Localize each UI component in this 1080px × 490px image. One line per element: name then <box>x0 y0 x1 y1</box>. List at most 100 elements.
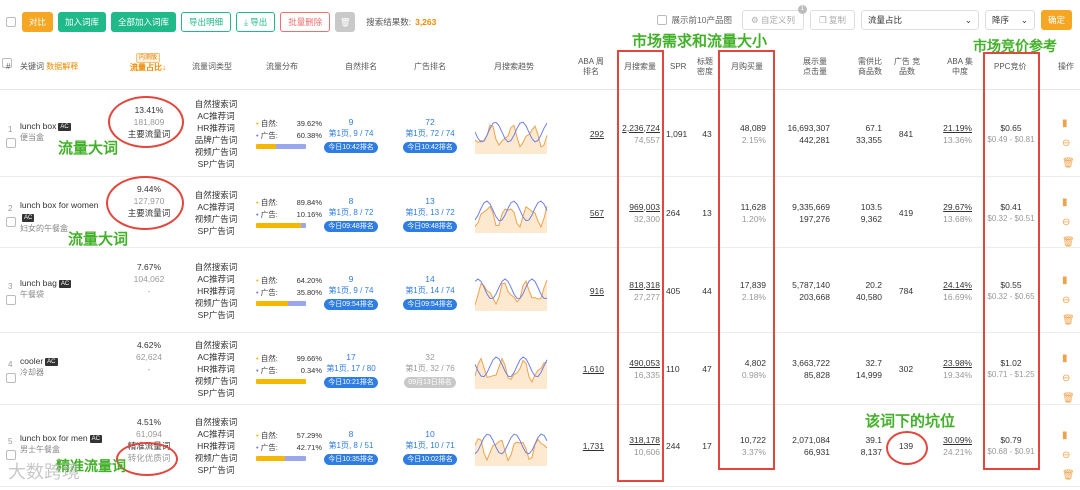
traffic-type-cell: 自然搜索词 AC推荐词 HR推荐词 视频广告词 SP广告词 <box>186 261 246 321</box>
supply-demand-cell: 20.2 40,580 <box>842 279 882 303</box>
bar-chart-icon[interactable]: ▮ <box>1062 275 1073 286</box>
natural-rank-value[interactable]: 9 <box>322 273 380 285</box>
ad-rank-value[interactable]: 32 <box>400 351 460 363</box>
natural-rank-cell: 9 第1页, 9 / 74 今日09:54排名 <box>322 273 380 310</box>
ad-rank-value[interactable]: 14 <box>400 273 460 285</box>
big-traffic-annotation-2: 流量大词 <box>68 230 129 248</box>
aba-rank-value[interactable]: 1,610 <box>570 363 604 375</box>
select-all-checkbox[interactable] <box>6 17 16 27</box>
natural-rank-value[interactable]: 8 <box>322 195 380 207</box>
trash-icon[interactable]: 🗑 <box>1062 315 1075 326</box>
keyword-text[interactable]: lunch bag <box>20 278 57 288</box>
export-button[interactable]: ⤓ 导出 <box>236 12 276 32</box>
natural-bar-fill <box>256 300 289 306</box>
impressions-cell: 16,693,307 442,281 <box>780 122 830 146</box>
natural-rank-cell: 9 第1页, 9 / 74 今日10:42排名 <box>322 116 380 153</box>
bar-chart-icon[interactable]: ▮ <box>1062 353 1073 364</box>
traffic-dist-cell: • 自然: 64.20% • 广告: 35.80% <box>256 275 322 306</box>
keyword-text[interactable]: lunch box for women <box>20 200 98 210</box>
traffic-type-item: 视频广告词 <box>194 297 238 308</box>
minus-circle-icon[interactable]: ⊖ <box>1062 450 1073 461</box>
ad-rank-cell: 13 第1页, 13 / 72 今日09:48排名 <box>400 195 460 232</box>
beta-tag: 内测版 <box>135 53 160 63</box>
row-checkbox[interactable] <box>6 216 16 227</box>
custom-columns-button[interactable]: ⚙ 自定义列 1 <box>741 5 807 30</box>
header-keyword-label: 关键词 <box>20 62 44 71</box>
ad-rank-value[interactable]: 72 <box>400 116 460 128</box>
natural-rank-value[interactable]: 17 <box>322 351 380 363</box>
impressions-value: 3,663,722 <box>792 358 830 368</box>
ad-bar-fill <box>284 456 306 461</box>
spr-value: 1,091 <box>666 128 688 139</box>
keyword-text[interactable]: lunch box for men <box>20 433 88 443</box>
natural-label: 自然: <box>260 275 278 285</box>
traffic-dist-cell: • 自然: 57.29% • 广告: 42.71% <box>256 430 322 461</box>
export-details-button[interactable]: 导出明细 <box>181 12 232 32</box>
sort-order-select[interactable]: 降序 ⌄ <box>984 10 1035 30</box>
ad-rank-value[interactable]: 10 <box>400 428 460 440</box>
aba-rank-value[interactable]: 916 <box>570 285 604 297</box>
ad-percent: 35.80% <box>296 287 322 297</box>
batch-delete-button[interactable]: 批量删除 <box>280 12 331 32</box>
traffic-share-extra: - <box>147 364 151 374</box>
minus-circle-icon[interactable]: ⊖ <box>1062 373 1073 384</box>
minus-circle-icon[interactable]: ⊖ <box>1062 217 1073 228</box>
show-top10-checkbox[interactable] <box>656 15 667 25</box>
confirm-button[interactable]: 确定 <box>1040 10 1072 30</box>
row-checkbox[interactable] <box>6 137 16 148</box>
ad-percent: 42.71% <box>296 443 322 452</box>
natural-share-line: • 自然: 39.62% <box>256 118 322 130</box>
natural-label: 自然: <box>260 118 278 128</box>
header-traffic-share[interactable]: 内测版 流量占比↓ <box>126 52 170 73</box>
natural-rank-value[interactable]: 9 <box>322 116 380 128</box>
aba-rank-value[interactable]: 1,731 <box>570 440 604 452</box>
trash-icon[interactable]: 🗑 <box>1062 470 1075 481</box>
bar-chart-icon[interactable]: ▮ <box>1062 430 1073 441</box>
traffic-dist-cell: • 自然: 99.66% • 广告: 0.34% <box>256 353 322 384</box>
show-top10-label: 展示前10产品图 <box>671 15 732 25</box>
title-density-value: 17 <box>702 441 712 451</box>
copy-button[interactable]: ❐ 复制 <box>809 10 855 30</box>
keyword-text[interactable]: lunch box <box>20 121 56 131</box>
traffic-type-cell: 自然搜索词 AC推荐词 HR推荐词 视频广告词 SP广告词 <box>186 339 246 399</box>
product-count-value: 14,999 <box>856 370 882 380</box>
trash-button[interactable]: 🗑 <box>335 12 356 32</box>
big-traffic-annotation-1: 流量大词 <box>58 139 119 157</box>
minus-circle-icon[interactable]: ⊖ <box>1062 295 1073 306</box>
impressions-cell: 3,663,722 85,828 <box>780 357 830 381</box>
title-density-value: 47 <box>702 364 712 374</box>
clicks-value: 85,828 <box>804 370 830 380</box>
bar-chart-icon[interactable]: ▮ <box>1062 118 1073 129</box>
row-checkbox[interactable] <box>6 294 16 305</box>
compare-button[interactable]: 对比 <box>22 12 54 32</box>
traffic-dist-bar <box>256 456 306 461</box>
traffic-share-number: 61,094 <box>136 429 162 439</box>
ad-rank-time-badge: 今日10:02排名 <box>403 454 457 465</box>
slots-annotation: 该词下的坑位 <box>865 412 956 430</box>
ac-badge: AC <box>58 122 71 131</box>
trash-icon[interactable]: 🗑 <box>1062 237 1075 248</box>
minus-circle-icon[interactable]: ⊖ <box>1062 138 1073 149</box>
traffic-type-item: SP广告词 <box>197 465 235 475</box>
add-to-library-button[interactable]: 加入词库 <box>58 12 107 32</box>
traffic-type-item: 自然搜索词 <box>194 189 238 200</box>
ad-rank-page: 第1页, 10 / 71 <box>405 441 455 450</box>
add-all-to-library-button[interactable]: 全部加入词库 <box>111 12 177 32</box>
data-explain-link[interactable]: 数据解释 <box>46 62 78 71</box>
row-checkbox[interactable] <box>6 373 16 383</box>
natural-rank-value[interactable]: 8 <box>322 428 380 440</box>
ad-rank-cell: 72 第1页, 72 / 74 今日10:42排名 <box>400 116 460 153</box>
keyword-text[interactable]: cooler <box>20 356 43 366</box>
ppc-highlight <box>983 52 1040 470</box>
bar-chart-icon[interactable]: ▮ <box>1062 197 1073 208</box>
sort-field-select[interactable]: 流量占比 ⌄ <box>860 10 979 30</box>
trash-icon[interactable]: 🗑 <box>1062 158 1075 169</box>
search-trend-sparkline <box>474 277 548 311</box>
aba-concentration-secondary: 16.69% <box>943 291 972 302</box>
aba-concentration-secondary: 24.21% <box>943 447 972 457</box>
ad-rank-value[interactable]: 13 <box>400 195 460 207</box>
table-row: 3 lunch bag AC 午餐袋 7.67% 104,062- 自然搜索词 AC推荐词 HR… <box>0 248 1080 333</box>
trash-icon[interactable]: 🗑 <box>1062 393 1075 404</box>
aba-rank-value[interactable]: 292 <box>570 128 604 140</box>
aba-rank-value[interactable]: 567 <box>570 207 604 219</box>
